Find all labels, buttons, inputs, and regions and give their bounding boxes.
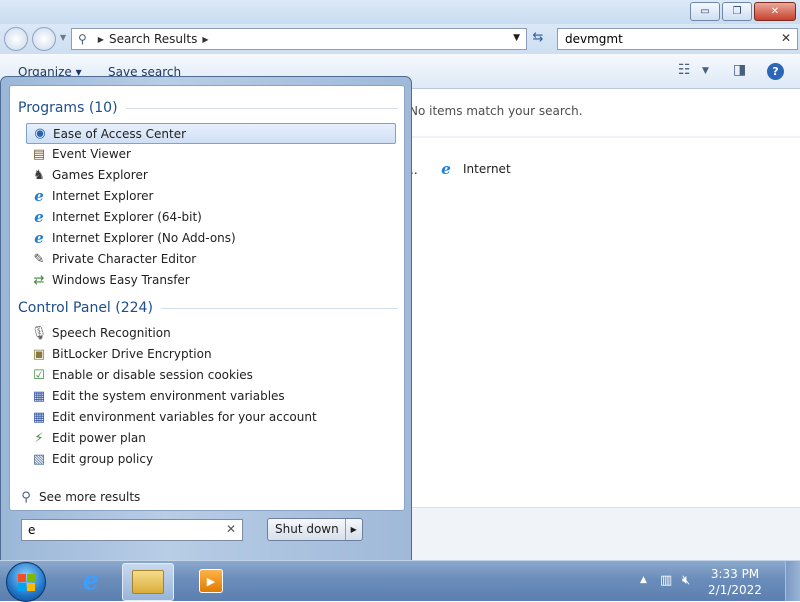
program-internet-explorer[interactable]: e Internet Explorer [26,186,396,206]
search-icon: ⚲ [21,489,31,505]
start-menu: Programs (10) ◉ Ease of Access Center ▤ … [0,76,412,562]
system-properties-icon: ▦ [32,388,46,404]
program-private-character-editor[interactable]: ✎ Private Character Editor [26,249,396,269]
internet-explorer-icon: e [34,229,44,247]
divider [404,136,800,138]
easy-transfer-icon: ⇄ [33,272,45,288]
refresh-icon[interactable]: ⇆ [528,30,548,48]
control-panel-header[interactable]: Control Panel (224) [18,300,398,316]
explorer-search-input[interactable] [563,31,777,47]
internet-explorer-icon: e [34,208,44,226]
internet-explorer-icon: e [441,160,451,178]
forward-button[interactable] [32,27,56,51]
program-internet-explorer-no-addons[interactable]: e Internet Explorer (No Add-ons) [26,228,396,248]
start-search-input[interactable] [26,522,226,538]
no-results-message: No items match your search. [409,104,583,118]
see-more-results-link[interactable]: ⚲ See more results [18,489,140,505]
shut-down-button-group: Shut down ▶ [267,518,363,541]
start-search-box[interactable]: ✕ [21,519,243,541]
cp-bitlocker[interactable]: ▣ BitLocker Drive Encryption [26,344,396,364]
microphone-icon: 🎙︎ [30,325,48,341]
cp-system-env-vars[interactable]: ▦ Edit the system environment variables [26,386,396,406]
address-dropdown-icon[interactable]: ▼ [513,33,520,43]
volume-muted-icon[interactable]: 🔇︎ [682,573,690,588]
power-plan-icon: ⚡ [34,430,44,446]
show-desktop-button[interactable] [785,561,800,601]
back-button[interactable] [4,27,28,51]
clock[interactable]: 3:33 PM 2/1/2022 [700,566,770,598]
bitlocker-icon: ▣ [32,346,46,362]
group-policy-icon: ▧ [32,451,46,467]
cp-edit-power-plan[interactable]: ⚡ Edit power plan [26,428,396,448]
cp-speech-recognition[interactable]: 🎙︎ Speech Recognition [26,323,396,343]
start-menu-results: Programs (10) ◉ Ease of Access Center ▤ … [9,85,405,511]
shut-down-button[interactable]: Shut down [268,519,345,540]
cookies-icon: ☑ [33,367,45,383]
help-icon[interactable]: ? [767,63,784,80]
address-field[interactable]: ⚲ ▶ Search Results ▶ ▼ [71,28,527,50]
system-properties-icon: ▦ [32,409,46,425]
views-icon[interactable]: ☷ [678,62,691,78]
maximize-button[interactable]: ❐ [722,2,752,21]
games-explorer-icon: ♞ [33,167,45,183]
clock-date: 2/1/2022 [708,583,762,597]
taskbar-windows-explorer[interactable] [122,563,174,601]
notification-area: ▲ ▥ 🔇︎ 3:33 PM 2/1/2022 [640,561,800,601]
windows-logo-icon [17,573,35,591]
character-editor-icon: ✎ [33,251,45,267]
chevron-right-icon[interactable]: ▶ [202,35,208,44]
explorer-search-box[interactable]: ✕ [557,28,798,50]
ease-of-access-icon: ◉ [34,126,46,141]
start-button[interactable] [6,562,46,602]
program-games-explorer[interactable]: ♞ Games Explorer [26,165,396,185]
window-controls: ▭ ❐ ✕ [690,2,796,21]
internet-label: Internet [463,162,511,176]
preview-pane-icon[interactable]: ◨ [733,62,746,78]
shut-down-options-icon[interactable]: ▶ [344,519,362,540]
taskbar: e ▶ ▲ ▥ 🔇︎ 3:33 PM 2/1/2022 [0,560,800,602]
programs-header[interactable]: Programs (10) [18,100,398,116]
search-icon: ⚲ [78,32,87,46]
results-pane: No items match your search. .. e Interne… [404,89,800,560]
internet-explorer-icon: e [34,187,44,205]
cp-user-env-vars[interactable]: ▦ Edit environment variables for your ac… [26,407,396,427]
details-pane [404,507,800,560]
title-bar: ▭ ❐ ✕ [0,0,800,24]
program-windows-easy-transfer[interactable]: ⇄ Windows Easy Transfer [26,270,396,290]
close-button[interactable]: ✕ [754,2,796,21]
clear-search-icon[interactable]: ✕ [781,31,791,45]
recent-pages-icon[interactable]: ▼ [60,33,66,42]
media-player-icon: ▶ [199,569,223,593]
taskbar-internet-explorer[interactable]: e [66,563,116,599]
views-dropdown-icon[interactable]: ▼ [702,66,709,76]
search-internet-link[interactable]: e Internet [433,160,511,178]
program-event-viewer[interactable]: ▤ Event Viewer [26,144,396,164]
taskbar-media-player[interactable]: ▶ [186,563,236,599]
internet-explorer-icon: e [82,566,100,596]
event-viewer-icon: ▤ [32,146,46,162]
clear-search-icon[interactable]: ✕ [226,522,236,536]
network-icon[interactable]: ▥ [660,573,672,588]
program-internet-explorer-64[interactable]: e Internet Explorer (64-bit) [26,207,396,227]
cp-session-cookies[interactable]: ☑ Enable or disable session cookies [26,365,396,385]
cp-edit-group-policy[interactable]: ▧ Edit group policy [26,449,396,469]
address-bar-row: ▼ ⚲ ▶ Search Results ▶ ▼ ⇆ ✕ [0,24,800,54]
show-hidden-icons-icon[interactable]: ▲ [640,575,647,585]
minimize-button[interactable]: ▭ [690,2,720,21]
clock-time: 3:33 PM [710,567,760,581]
breadcrumb-search-results[interactable]: Search Results [109,32,197,46]
chevron-right-icon[interactable]: ▶ [98,35,104,44]
folder-icon [132,570,164,594]
program-ease-of-access-center[interactable]: ◉ Ease of Access Center [26,123,396,144]
